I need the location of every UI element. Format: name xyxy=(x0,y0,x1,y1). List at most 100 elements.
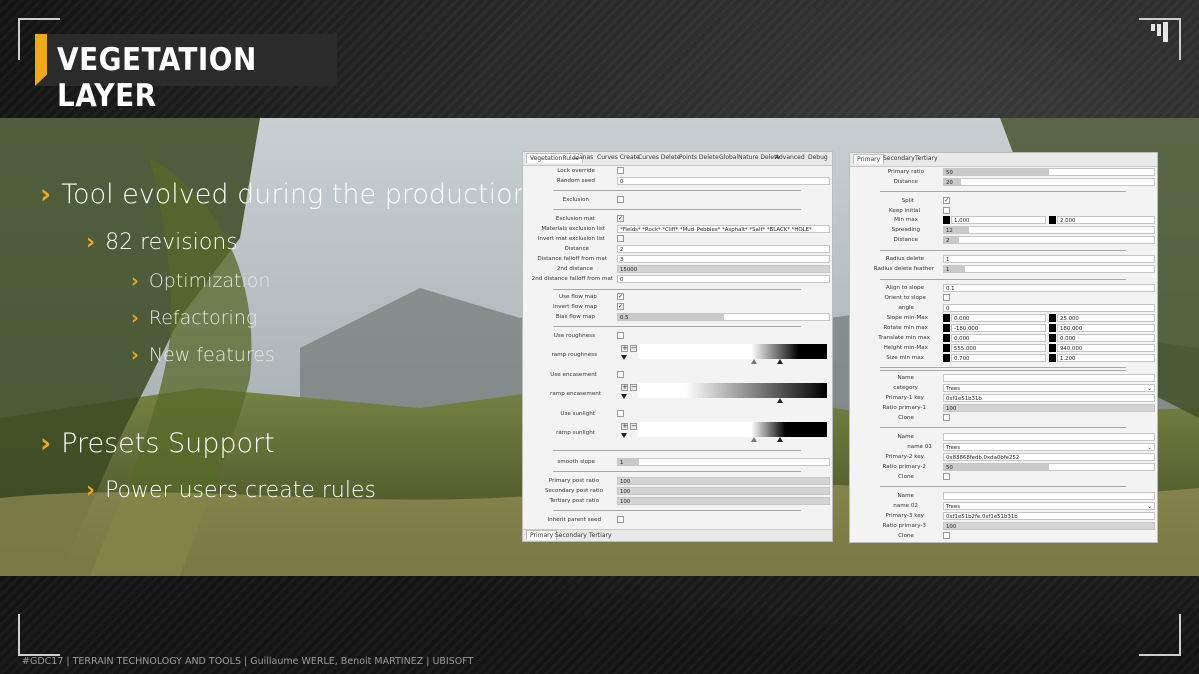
tab-primary[interactable]: Primary xyxy=(526,530,558,540)
ratio-primary2-slider[interactable]: 50 xyxy=(943,463,1155,471)
color-swatch[interactable] xyxy=(943,344,950,352)
primary3-key-field[interactable]: 0xf1e51b2fe.0xf1e51b31b xyxy=(943,512,1155,520)
tab-advanced[interactable]: Advanced xyxy=(775,154,805,161)
color-swatch[interactable] xyxy=(1049,314,1056,322)
tab-globalnature-delete[interactable]: GlobalNature Delete xyxy=(719,154,780,161)
tab-curves-delete[interactable]: Curves Delete xyxy=(638,154,680,161)
ratio-primary1-field[interactable]: 100 xyxy=(943,404,1155,412)
distance-falloff-field[interactable]: 3 xyxy=(617,255,830,263)
orient-to-slope-checkbox[interactable] xyxy=(943,294,950,301)
primary2-key-field[interactable]: 0x83868fedb.0xda0bfe252 xyxy=(943,453,1155,461)
color-swatch[interactable] xyxy=(1049,324,1056,332)
color-swatch[interactable] xyxy=(1049,216,1056,224)
ramp-marker-icon[interactable] xyxy=(621,355,627,360)
category-select[interactable]: Trees ⌄ xyxy=(943,384,1155,392)
name-field[interactable] xyxy=(943,433,1155,441)
color-swatch[interactable] xyxy=(1049,334,1056,342)
color-swatch[interactable] xyxy=(943,354,950,362)
translate-min-field[interactable]: 0.000 xyxy=(951,334,1046,342)
tertiary-post-ratio-field[interactable]: 100 xyxy=(617,497,830,505)
second-distance-falloff-field[interactable]: 0 xyxy=(617,275,830,283)
use-flow-map-checkbox[interactable]: ✓ xyxy=(617,293,624,300)
ramp-handle-icon[interactable] xyxy=(777,437,783,442)
name-field[interactable] xyxy=(943,374,1155,382)
name-field[interactable] xyxy=(943,492,1155,500)
ramp-handle-icon[interactable] xyxy=(777,398,783,403)
tab-points-delete[interactable]: Points Delete xyxy=(679,154,719,161)
ramp-marker-icon[interactable] xyxy=(621,394,627,399)
ramp-roughness-gradient[interactable] xyxy=(638,344,827,359)
materials-exclusion-field[interactable]: *Fields* *Rock* *Cliff* *Mud_Pebbles* *A… xyxy=(617,225,830,233)
translate-max-field[interactable]: 0.000 xyxy=(1057,334,1155,342)
size-max-field[interactable]: 1.200 xyxy=(1057,354,1155,362)
remove-key-button[interactable]: − xyxy=(630,423,637,430)
ramp-sunlight-gradient[interactable] xyxy=(638,422,827,437)
color-swatch[interactable] xyxy=(1049,354,1056,362)
smooth-slope-slider[interactable]: 1 xyxy=(617,458,830,466)
distance2-slider[interactable]: 2 xyxy=(943,236,1155,244)
ratio-primary3-field[interactable]: 100 xyxy=(943,522,1155,530)
ramp-handle-icon[interactable] xyxy=(777,359,783,364)
ramp-marker-icon[interactable] xyxy=(621,433,627,438)
use-roughness-checkbox[interactable] xyxy=(617,332,624,339)
remove-key-button[interactable]: − xyxy=(630,384,637,391)
use-sunlight-checkbox[interactable] xyxy=(617,410,624,417)
rotate-max-field[interactable]: 180.000 xyxy=(1057,324,1155,332)
slope-min-field[interactable]: 0.000 xyxy=(951,314,1046,322)
invert-flow-map-checkbox[interactable]: ✓ xyxy=(617,303,624,310)
keep-initial-checkbox[interactable] xyxy=(943,207,950,214)
tab-tertiary[interactable]: Tertiary xyxy=(589,532,612,539)
tab-debug[interactable]: Debug xyxy=(808,154,828,161)
bias-flow-map-slider[interactable]: 0.5 xyxy=(617,313,830,321)
primary1-key-field[interactable]: 0xf1e51b31b xyxy=(943,394,1155,402)
color-swatch[interactable] xyxy=(943,314,950,322)
radius-delete-feather-slider[interactable]: 1 xyxy=(943,265,1155,273)
height-max-field[interactable]: 940.000 xyxy=(1057,344,1155,352)
ramp-handle-icon[interactable] xyxy=(751,437,757,442)
tab-secondary[interactable]: Secondary xyxy=(883,155,915,162)
radius-delete-field[interactable]: 1 xyxy=(943,255,1155,263)
max-field[interactable]: 2.000 xyxy=(1057,216,1155,224)
distance-field[interactable]: 2 xyxy=(617,245,830,253)
slope-max-field[interactable]: 25.000 xyxy=(1057,314,1155,322)
primary-ratio-slider[interactable]: 50 xyxy=(943,168,1155,176)
second-distance-field[interactable]: 15000 xyxy=(617,265,830,273)
ramp-encasement-gradient[interactable] xyxy=(638,383,827,398)
color-swatch[interactable] xyxy=(943,216,950,224)
split-checkbox[interactable]: ✓ xyxy=(943,197,950,204)
exclusion-mat-checkbox[interactable]: ✓ xyxy=(617,215,624,222)
remove-key-button[interactable]: − xyxy=(630,345,637,352)
name02-select[interactable]: Trees ⌄ xyxy=(943,502,1155,510)
align-to-slope-field[interactable]: 0.1 xyxy=(943,284,1155,292)
name01-select[interactable]: Trees ⌄ xyxy=(943,443,1155,451)
clone-checkbox[interactable] xyxy=(943,532,950,539)
add-key-button[interactable]: + xyxy=(621,423,628,430)
inherit-parent-seed-checkbox[interactable] xyxy=(617,516,624,523)
random-seed-field[interactable]: 0 xyxy=(617,177,830,185)
secondary-post-ratio-field[interactable]: 100 xyxy=(617,487,830,495)
lock-override-checkbox[interactable] xyxy=(617,167,624,174)
primary-post-ratio-field[interactable]: 100 xyxy=(617,477,830,485)
rotate-min-field[interactable]: -180.000 xyxy=(951,324,1046,332)
use-encasement-checkbox[interactable] xyxy=(617,371,624,378)
invert-mat-checkbox[interactable] xyxy=(617,235,624,242)
tab-curves-create[interactable]: Curves Create xyxy=(597,154,640,161)
tab-secondary[interactable]: Secondary xyxy=(555,532,587,539)
exclusion-checkbox[interactable] xyxy=(617,196,624,203)
distance-slider[interactable]: 20 xyxy=(943,178,1155,186)
clone-checkbox[interactable] xyxy=(943,473,950,480)
tab-lianas[interactable]: Lianas xyxy=(574,154,593,161)
tab-tertiary[interactable]: Tertiary xyxy=(915,155,938,162)
min-field[interactable]: 1.000 xyxy=(951,216,1046,224)
color-swatch[interactable] xyxy=(943,324,950,332)
color-swatch[interactable] xyxy=(1049,344,1056,352)
add-key-button[interactable]: + xyxy=(621,384,628,391)
tab-primary[interactable]: Primary xyxy=(853,154,885,164)
add-key-button[interactable]: + xyxy=(621,345,628,352)
spreading-slider[interactable]: 12 xyxy=(943,226,1155,234)
clone-checkbox[interactable] xyxy=(943,414,950,421)
height-min-field[interactable]: 555.000 xyxy=(951,344,1046,352)
ramp-handle-icon[interactable] xyxy=(751,359,757,364)
angle-field[interactable]: 0 xyxy=(943,304,1155,312)
size-min-field[interactable]: 0.700 xyxy=(951,354,1046,362)
